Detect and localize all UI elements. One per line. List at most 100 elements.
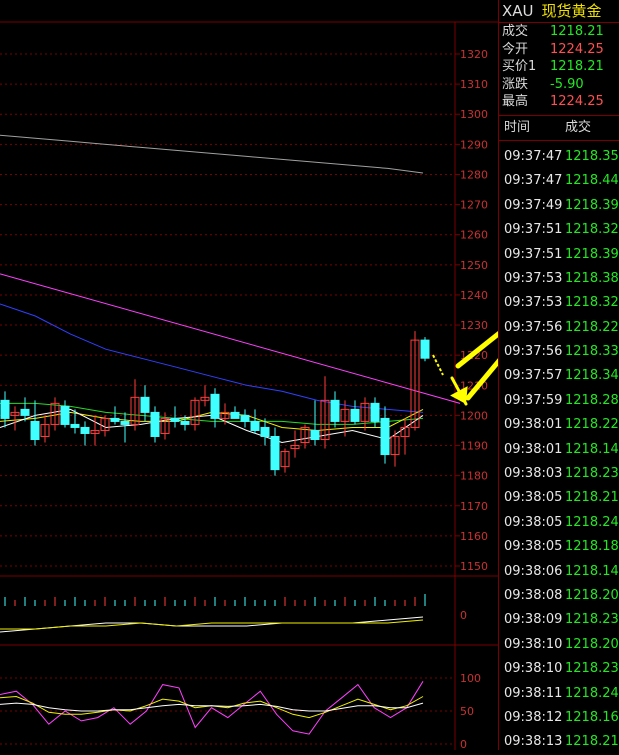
quote-label: 涨跌 bbox=[502, 76, 529, 92]
tick-price: 1218.16 bbox=[565, 709, 619, 725]
candle-down bbox=[370, 402, 380, 422]
tick-price: 1218.28 bbox=[565, 392, 619, 408]
tick-time: 09:38:01 bbox=[504, 441, 563, 457]
tick-row: 09:38:01 1218.22 bbox=[499, 413, 619, 437]
tick-price: 1218.21 bbox=[565, 734, 619, 750]
tick-price: 1218.14 bbox=[565, 563, 619, 579]
candle-down bbox=[30, 420, 40, 441]
symbol-code: XAU bbox=[502, 2, 534, 20]
ticks-header: 时间 成交 bbox=[499, 116, 619, 141]
candle-down bbox=[310, 429, 320, 441]
symbol-name: 现货黄金 bbox=[541, 2, 602, 20]
candle-down bbox=[150, 411, 160, 437]
tick-row: 09:37:51 1218.39 bbox=[499, 243, 619, 267]
tick-row: 09:38:12 1218.16 bbox=[499, 706, 619, 730]
quote-value: 1224.25 bbox=[550, 94, 604, 110]
tick-price: 1218.22 bbox=[565, 319, 619, 335]
tick-time: 09:37:57 bbox=[504, 368, 563, 384]
quote-row: 买价1 1218.21 bbox=[499, 58, 619, 76]
price-tick-label: 1310 bbox=[460, 78, 488, 91]
candle-down bbox=[70, 423, 80, 428]
tick-price: 1218.32 bbox=[565, 222, 619, 238]
tick-time: 09:37:56 bbox=[504, 319, 563, 335]
quote-value: 1218.21 bbox=[550, 59, 604, 75]
tick-time: 09:38:03 bbox=[504, 466, 563, 482]
tick-price: 1218.38 bbox=[565, 270, 619, 286]
candle-down bbox=[110, 417, 120, 422]
tick-time: 09:38:05 bbox=[504, 514, 563, 530]
tick-time: 09:37:47 bbox=[504, 148, 563, 164]
tick-price: 1218.44 bbox=[565, 173, 619, 189]
candle-down bbox=[60, 405, 70, 425]
tick-price: 1218.23 bbox=[565, 661, 619, 677]
tick-row: 09:38:09 1218.23 bbox=[499, 608, 619, 632]
tick-row: 09:38:10 1218.23 bbox=[499, 657, 619, 681]
tick-time: 09:37:47 bbox=[504, 173, 563, 189]
tick-time: 09:38:11 bbox=[504, 685, 563, 701]
candle-down bbox=[230, 411, 240, 419]
tick-price: 1218.18 bbox=[565, 539, 619, 555]
quote-list: 成交 1218.21 今开 1224.25 买价1 1218.21 涨跌 -5.90 最高 122… bbox=[499, 23, 619, 111]
candle-down bbox=[380, 417, 390, 456]
tick-price: 1218.24 bbox=[565, 514, 619, 530]
tick-time: 09:38:06 bbox=[504, 563, 563, 579]
candle-down bbox=[20, 408, 30, 416]
tick-time: 09:38:10 bbox=[504, 661, 563, 677]
quote-label: 买价1 bbox=[502, 59, 537, 75]
tick-price: 1218.34 bbox=[565, 368, 619, 384]
tick-row: 09:37:56 1218.22 bbox=[499, 316, 619, 340]
tick-row: 09:38:03 1218.23 bbox=[499, 462, 619, 486]
osc-yellow-line bbox=[0, 695, 424, 719]
candle-down bbox=[250, 420, 260, 431]
tick-row: 09:37:47 1218.35 bbox=[499, 145, 619, 169]
tick-row: 09:38:05 1218.18 bbox=[499, 535, 619, 559]
price-tick-label: 1160 bbox=[460, 530, 488, 543]
tick-row: 09:37:56 1218.33 bbox=[499, 340, 619, 364]
candlestick-series bbox=[0, 331, 430, 476]
tick-price: 1218.32 bbox=[565, 295, 619, 311]
tick-time: 09:37:56 bbox=[504, 344, 563, 360]
osc-magenta-line bbox=[0, 681, 424, 735]
tick-price: 1218.23 bbox=[565, 612, 619, 628]
quote-value: 1218.21 bbox=[550, 24, 604, 39]
tick-row: 09:38:05 1218.24 bbox=[499, 511, 619, 535]
quote-label: 最高 bbox=[502, 94, 529, 110]
price-tick-label: 1250 bbox=[460, 259, 488, 272]
oscillator-panel: 100 50 0 bbox=[0, 672, 481, 750]
tick-price: 1218.39 bbox=[565, 197, 619, 213]
kline-chart-area[interactable]: 1320 1310 1300 1290 1280 1270 1260 1250 1240 1230… bbox=[0, 0, 498, 750]
tick-list[interactable]: 09:37:47 1218.35 09:37:47 1218.44 09:37:49 12… bbox=[499, 145, 619, 755]
tick-time: 09:38:09 bbox=[504, 612, 563, 628]
arrow-dotted bbox=[432, 354, 444, 376]
tick-time: 09:38:08 bbox=[504, 588, 563, 603]
tick-time: 09:37:53 bbox=[504, 270, 563, 286]
osc-axis-label: 50 bbox=[460, 705, 474, 718]
tick-row: 09:37:59 1218.28 bbox=[499, 389, 619, 413]
tick-time: 09:38:13 bbox=[504, 734, 563, 750]
tick-time: 09:38:10 bbox=[504, 636, 563, 652]
tick-time: 09:38:12 bbox=[504, 709, 563, 725]
tick-row: 09:38:05 1218.21 bbox=[499, 486, 619, 510]
candle-down bbox=[0, 399, 10, 419]
price-tick-label: 1300 bbox=[460, 108, 488, 121]
moving-average-lines bbox=[0, 134, 461, 444]
price-tick-label: 1320 bbox=[460, 48, 488, 61]
quote-side-panel: XAU 现货黄金 成交 1218.21 今开 1224.25 买价1 1218.21 涨跌 -5… bbox=[498, 0, 619, 750]
tick-time: 09:37:51 bbox=[504, 222, 563, 238]
volume-axis-label: 0 bbox=[460, 609, 467, 622]
chart-canvas[interactable]: 1320 1310 1300 1290 1280 1270 1260 1250 1240 1230… bbox=[0, 0, 498, 750]
tick-price: 1218.24 bbox=[565, 685, 619, 701]
tick-price: 1218.23 bbox=[565, 466, 619, 482]
price-tick-label: 1240 bbox=[460, 289, 488, 302]
tick-row: 09:38:13 1218.21 bbox=[499, 730, 619, 754]
volume-ma-white bbox=[0, 616, 424, 633]
tick-row: 09:38:01 1218.14 bbox=[499, 438, 619, 462]
quote-row: 涨跌 -5.90 bbox=[499, 76, 619, 94]
tick-row: 09:37:53 1218.32 bbox=[499, 291, 619, 315]
osc-white-line bbox=[0, 702, 424, 712]
candle-down bbox=[240, 414, 250, 422]
candle-down bbox=[170, 417, 180, 422]
price-tick-label: 1190 bbox=[460, 440, 488, 453]
ticks-header-time: 时间 bbox=[504, 119, 531, 135]
trendline-magenta bbox=[0, 273, 461, 404]
